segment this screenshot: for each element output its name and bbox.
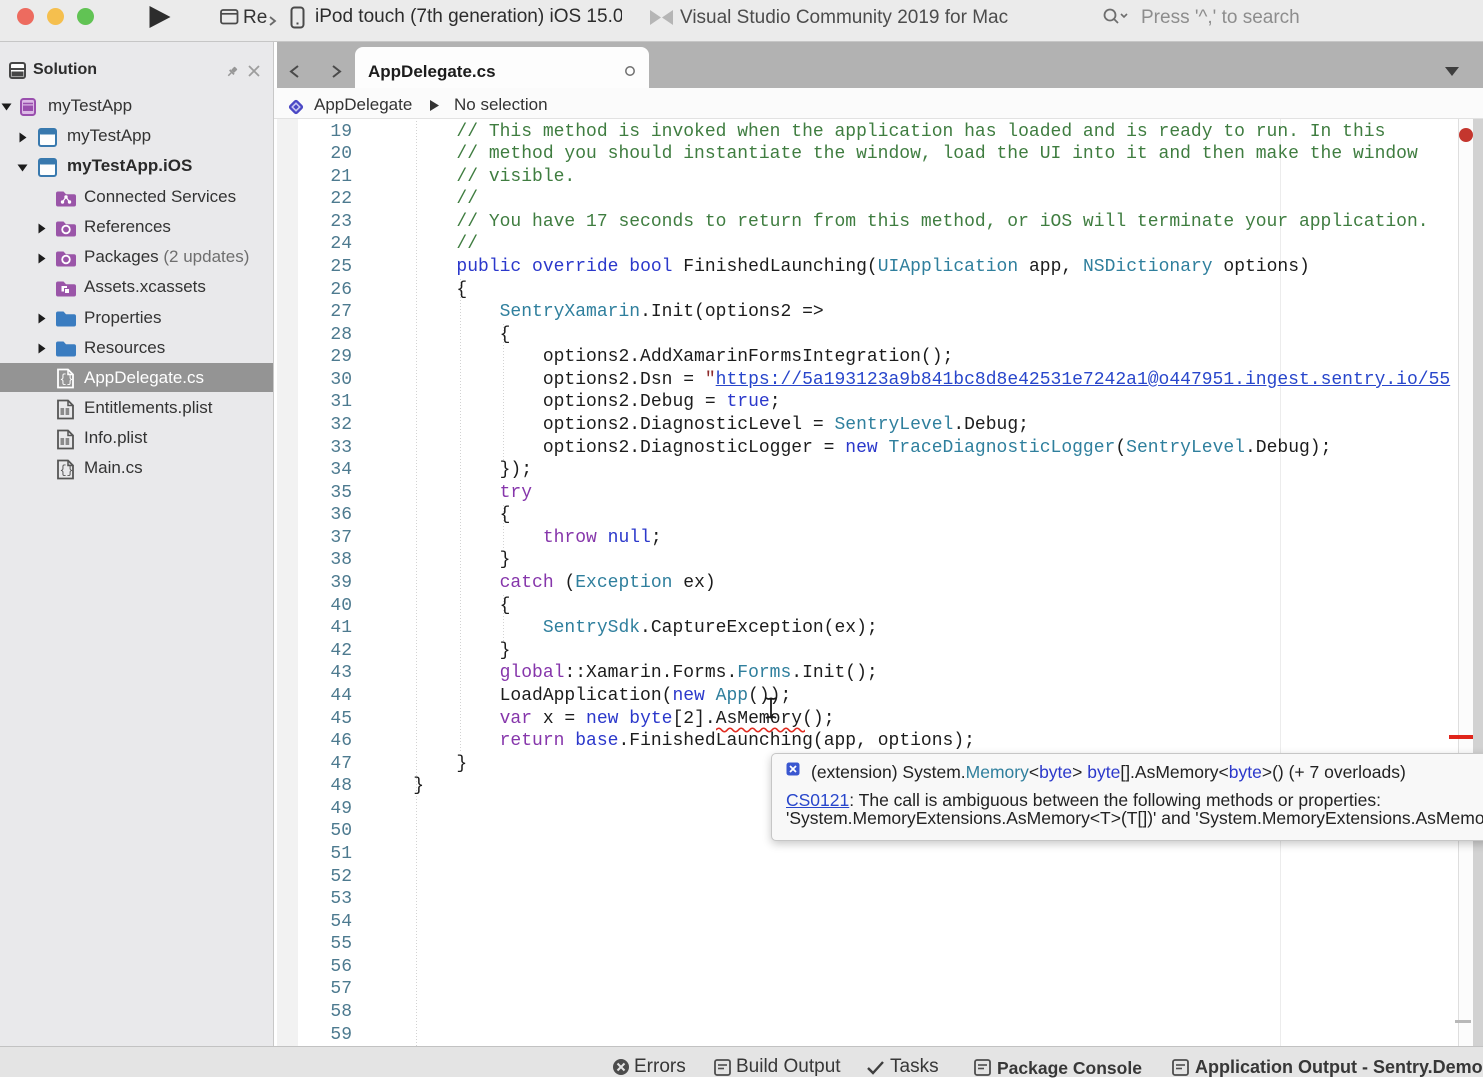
- svg-text:{}: {}: [60, 465, 74, 478]
- svg-text:{}: {}: [60, 374, 74, 387]
